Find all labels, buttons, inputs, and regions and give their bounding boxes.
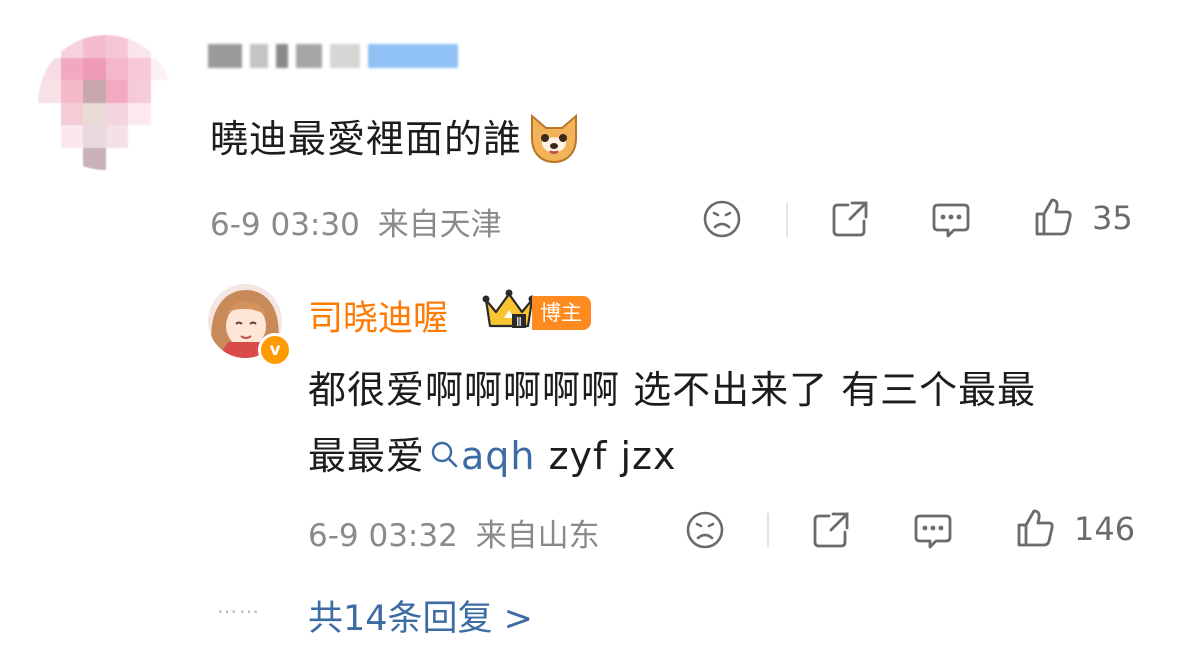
- reply-time: 6-9 03:32: [308, 518, 458, 554]
- comment-meta: 6-9 03:30 来自天津: [210, 199, 502, 244]
- reply-text-line2: 最最爱 aqh zyf jzx: [308, 425, 676, 480]
- sad-face-icon[interactable]: [685, 510, 725, 550]
- reply-text-prefix: 最最爱: [308, 434, 426, 478]
- thumbs-up-icon[interactable]: [1032, 196, 1074, 238]
- reply-text-line1: 都很爱啊啊啊啊啊 选不出来了 有三个最最: [308, 368, 1037, 412]
- comment-location: 来自天津: [377, 207, 502, 243]
- action-divider: [767, 513, 769, 547]
- dog-emoji-icon: [531, 113, 578, 164]
- reply-meta: 6-9 03:32 来自山东: [308, 510, 600, 555]
- topic-link[interactable]: aqh: [425, 434, 536, 478]
- thumbs-up-icon[interactable]: [1014, 507, 1056, 549]
- action-divider: [786, 203, 788, 237]
- sad-face-icon[interactable]: [702, 199, 742, 239]
- comment-time: 6-9 03:30: [210, 207, 360, 243]
- reply-like-count: 146: [1074, 510, 1136, 548]
- commenter-avatar[interactable]: [38, 35, 173, 170]
- more-replies-link[interactable]: 共14条回复 >: [308, 590, 533, 641]
- share-icon[interactable]: [811, 510, 851, 550]
- reply-location: 来自山东: [475, 518, 600, 554]
- verified-mark: v: [269, 340, 281, 360]
- comment-icon[interactable]: [912, 510, 954, 552]
- crown-level: Ⅱ: [516, 315, 522, 329]
- crown-icon: Ⅱ: [482, 289, 536, 329]
- comment-body: 曉迪最愛裡面的誰: [210, 117, 523, 161]
- share-icon[interactable]: [830, 199, 870, 239]
- author-badge: 博主: [532, 296, 591, 330]
- verified-badge: v: [258, 333, 292, 367]
- more-replies-dots: ……: [217, 594, 261, 618]
- topic-text: aqh: [461, 434, 536, 478]
- comment-text: 曉迪最愛裡面的誰: [210, 108, 582, 164]
- comment-icon[interactable]: [930, 199, 972, 241]
- reply-author-name[interactable]: 司晓迪喔: [308, 290, 448, 341]
- commenter-name-redacted[interactable]: [208, 38, 498, 74]
- reply-text-suffix: zyf jzx: [535, 434, 677, 478]
- search-icon: [431, 441, 458, 468]
- comment-like-count: 35: [1092, 199, 1133, 237]
